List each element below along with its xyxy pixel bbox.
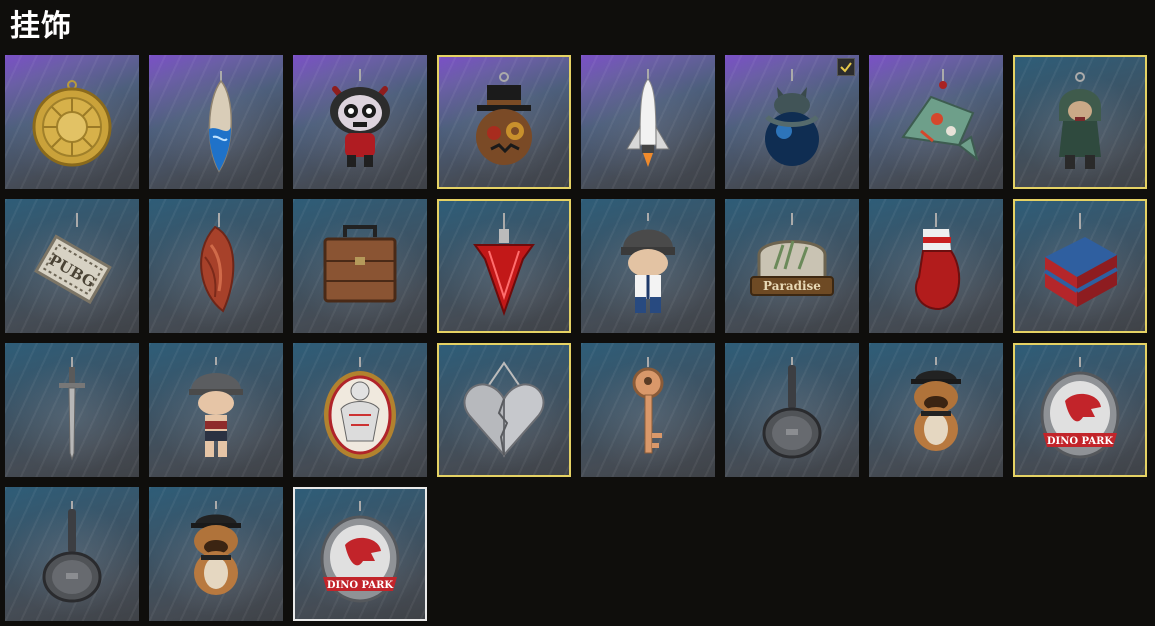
- pendant-tile-demon-doll[interactable]: [293, 55, 427, 189]
- equipped-check-badge: [837, 58, 855, 76]
- pendant-tile-red-arrowhead[interactable]: [437, 199, 571, 333]
- pendant-tile-frying-pan-2[interactable]: [5, 487, 139, 621]
- dino-park-label: DINO PARK: [327, 580, 394, 591]
- checkmark-icon: [840, 62, 852, 73]
- broken-heart-icon: [463, 361, 545, 458]
- pendant-tile-dragon-orb[interactable]: [725, 55, 859, 189]
- boxing-glove-icon: [914, 213, 961, 311]
- pendant-inventory-screen: 挂饰 PUBG Paradise DINO PARK DINO PARK: [0, 0, 1155, 626]
- sword-icon: [59, 357, 85, 461]
- pendant-tile-hooded-figure[interactable]: [1013, 55, 1147, 189]
- steampunk-pumpkin-icon: [476, 72, 532, 165]
- supply-crate-icon: [1043, 213, 1118, 307]
- pendant-tile-meat-chunk[interactable]: [149, 199, 283, 333]
- dino-park-badge-icon: DINO PARK: [1040, 357, 1120, 459]
- pendant-tile-boxing-glove[interactable]: [869, 199, 1003, 333]
- pendant-tile-paradise-sign[interactable]: Paradise: [725, 199, 859, 333]
- pendant-tile-helmet-soldier[interactable]: [581, 199, 715, 333]
- suitcase-icon: [323, 225, 397, 303]
- pendant-tile-bulldog-cap-2[interactable]: [149, 487, 283, 621]
- paradise-sign-icon: Paradise: [750, 213, 834, 296]
- dragon-orb-icon: [765, 69, 819, 166]
- pendant-tile-broken-heart[interactable]: [437, 343, 571, 477]
- pendant-grid: PUBG Paradise DINO PARK DINO PARK: [5, 55, 1147, 621]
- hooded-figure-icon: [1059, 72, 1101, 169]
- dino-park-badge-icon: DINO PARK: [320, 501, 400, 603]
- pendant-tile-space-shuttle[interactable]: [581, 55, 715, 189]
- demon-doll-icon: [330, 69, 390, 167]
- frying-pan-icon: [762, 357, 822, 459]
- pendant-tile-dino-park-badge-2[interactable]: DINO PARK: [293, 487, 427, 621]
- pendant-tile-suitcase[interactable]: [293, 199, 427, 333]
- pendant-tile-dino-park-badge[interactable]: DINO PARK: [1013, 343, 1147, 477]
- pendant-tile-koi-fish[interactable]: [869, 55, 1003, 189]
- paradise-sign-label: Paradise: [763, 279, 821, 293]
- helmet-soldier-icon: [621, 213, 675, 313]
- page-title: 挂饰: [10, 9, 72, 44]
- key-icon: [632, 357, 664, 454]
- pendant-tile-muscle-badge[interactable]: [293, 343, 427, 477]
- pendant-tile-helmet-girl[interactable]: [149, 343, 283, 477]
- pendant-tile-supply-crate[interactable]: [1013, 199, 1147, 333]
- pendant-tile-sun-medallion[interactable]: [5, 55, 139, 189]
- pendant-tile-frying-pan[interactable]: [725, 343, 859, 477]
- dino-park-label: DINO PARK: [1047, 436, 1114, 447]
- pendant-tile-key[interactable]: [581, 343, 715, 477]
- pendant-tile-surfboard[interactable]: [149, 55, 283, 189]
- pendant-tile-pubg-tag[interactable]: PUBG: [5, 199, 139, 333]
- pendant-tile-steampunk-pumpkin[interactable]: [437, 55, 571, 189]
- pubg-tag-icon: PUBG: [34, 213, 112, 305]
- frying-pan-icon: [42, 501, 102, 603]
- surfboard-icon: [208, 71, 232, 173]
- bulldog-cap-icon: [911, 357, 961, 451]
- space-shuttle-icon: [626, 69, 670, 167]
- sun-medallion-icon: [32, 80, 112, 167]
- bulldog-cap-icon: [191, 501, 241, 595]
- muscle-badge-icon: [324, 357, 396, 459]
- helmet-girl-icon: [189, 357, 243, 457]
- pendant-tile-bulldog-cap[interactable]: [869, 343, 1003, 477]
- koi-fish-icon: [901, 69, 979, 162]
- meat-chunk-icon: [200, 213, 235, 313]
- red-arrowhead-icon: [473, 213, 535, 317]
- pendant-tile-sword[interactable]: [5, 343, 139, 477]
